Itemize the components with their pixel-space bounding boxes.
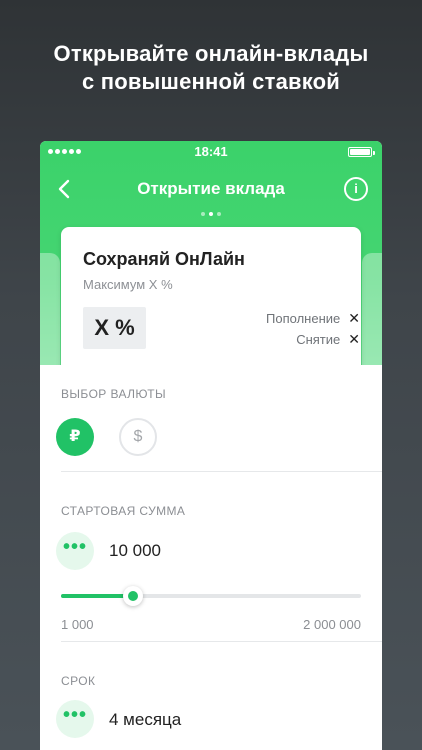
currency-rub-button[interactable]: ₽ — [56, 418, 94, 456]
currency-usd-button[interactable]: $ — [119, 418, 157, 456]
nav-bar: Открытие вклада i — [40, 171, 382, 207]
next-card-peek[interactable] — [362, 253, 382, 365]
slider-thumb[interactable] — [123, 586, 143, 606]
page-title: Открытие вклада — [137, 179, 285, 198]
feature-label: Пополнение — [266, 311, 341, 326]
term-more-button[interactable]: ••• — [56, 700, 94, 738]
promo-line-1: Открывайте онлайн-вклады — [53, 41, 369, 66]
cross-icon: ✕ — [348, 331, 360, 347]
deposit-card[interactable]: Сохраняй ОнЛайн Максимум X % X % — [61, 227, 361, 377]
amount-slider[interactable] — [61, 586, 361, 606]
currency-label: ВЫБОР ВАЛЮТЫ — [61, 387, 166, 401]
start-amount-value[interactable]: 10 000 — [109, 541, 161, 561]
previous-card-peek[interactable] — [40, 253, 60, 365]
feature-topup: Пополнение ✕ — [266, 310, 360, 327]
status-time: 18:41 — [194, 144, 228, 159]
amount-more-button[interactable]: ••• — [56, 532, 94, 570]
page-indicator — [40, 212, 382, 216]
slider-min-label: 1 000 — [61, 617, 94, 632]
phone-screen: 18:41 Открытие вклада i Сохраняй ОнЛайн … — [40, 141, 382, 750]
deposit-title: Сохраняй ОнЛайн — [83, 249, 245, 269]
feature-withdrawal: Снятие ✕ — [296, 331, 360, 348]
cross-icon: ✕ — [348, 310, 360, 326]
term-value[interactable]: 4 месяца — [109, 710, 181, 730]
promo-line-2: с повышенной ставкой — [81, 69, 341, 94]
divider — [61, 641, 382, 642]
start-amount-label: СТАРТОВАЯ СУММА — [61, 504, 186, 518]
divider — [61, 471, 382, 472]
info-button[interactable]: i — [344, 177, 368, 201]
feature-label: Снятие — [296, 332, 341, 347]
page-dot-active — [209, 212, 213, 216]
deposit-form: ВЫБОР ВАЛЮТЫ ₽ $ СТАРТОВАЯ СУММА ••• 10 … — [40, 365, 382, 750]
deposit-subtitle: Максимум X % — [83, 277, 173, 292]
battery-icon — [348, 147, 375, 157]
promo-headline: Открывайте онлайн-вклады с повышенной ст… — [0, 40, 422, 96]
page-dot — [201, 212, 205, 216]
term-label: СРОК — [61, 674, 96, 688]
slider-max-label: 2 000 000 — [303, 617, 361, 632]
page-dot — [217, 212, 221, 216]
rate-badge: X % — [83, 307, 146, 349]
status-bar: 18:41 — [40, 141, 382, 163]
